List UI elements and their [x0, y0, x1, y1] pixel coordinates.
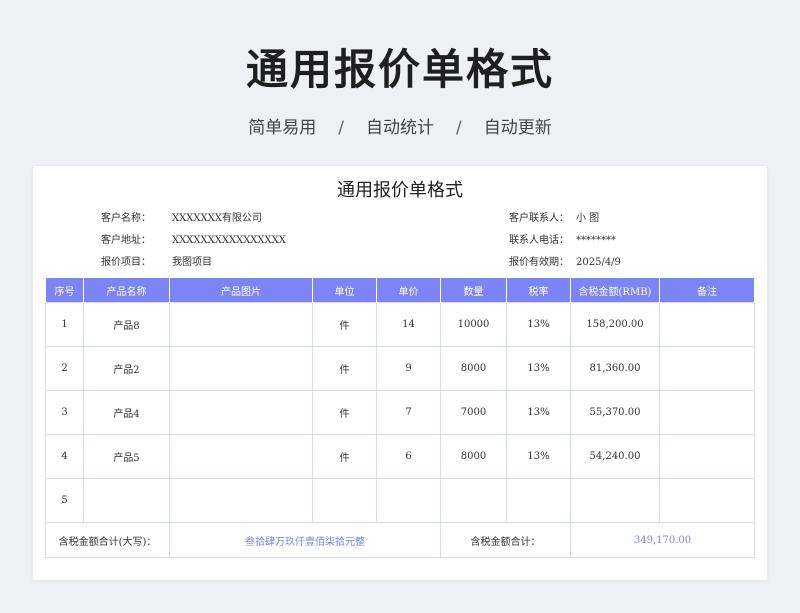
- header-no: 序号: [45, 278, 84, 303]
- project-value[interactable]: 我图项目: [172, 253, 212, 268]
- cell-name[interactable]: 产品8: [83, 302, 170, 347]
- quote-table: 序号 产品名称 产品图片 单位 单价 数量 税率 含税金额(RMB) 备注 1 …: [45, 278, 755, 558]
- cell-price[interactable]: 9: [376, 346, 441, 391]
- cell-image[interactable]: [169, 434, 313, 479]
- header-amount: 含税金额(RMB): [570, 278, 660, 303]
- customer-address-value[interactable]: XXXXXXXXXXXXXXXX: [172, 235, 286, 246]
- subtitle-item: 自动更新: [483, 118, 552, 138]
- contact-label: 客户联系人：: [509, 213, 569, 224]
- subtitle-separator: /: [338, 118, 344, 138]
- cell-tax[interactable]: 13%: [506, 390, 571, 435]
- cell-tax[interactable]: [506, 478, 571, 523]
- cell-tax[interactable]: 13%: [506, 302, 571, 347]
- quote-sheet: 通用报价单格式 客户名称： XXXXXXX有限公司 客户地址： XXXXXXXXXX…: [33, 166, 767, 580]
- cell-amount[interactable]: 55,370.00: [570, 390, 660, 435]
- contact-value[interactable]: 小 图: [576, 209, 599, 224]
- cell-note[interactable]: [659, 346, 755, 391]
- header-unit: 单位: [312, 278, 377, 303]
- validity-row: 报价有效期： 2025/4/9: [509, 253, 621, 268]
- cell-tax[interactable]: 13%: [506, 346, 571, 391]
- cell-note[interactable]: [659, 478, 755, 523]
- cell-name[interactable]: 产品2: [83, 346, 170, 391]
- table-row: 4 产品5 件 6 8000 13% 54,240.00: [45, 434, 755, 479]
- cell-image[interactable]: [169, 302, 313, 347]
- cell-no[interactable]: 2: [45, 346, 84, 391]
- cell-no[interactable]: 3: [45, 390, 84, 435]
- cell-note[interactable]: [659, 390, 755, 435]
- cell-name[interactable]: 产品4: [83, 390, 170, 435]
- cell-unit[interactable]: 件: [312, 302, 377, 347]
- header-image: 产品图片: [169, 278, 313, 303]
- cell-price[interactable]: [376, 478, 441, 523]
- project-row: 报价项目： 我图项目: [101, 253, 212, 268]
- subtitle-separator: /: [456, 118, 462, 138]
- cell-amount[interactable]: 158,200.00: [570, 302, 660, 347]
- cell-note[interactable]: [659, 302, 755, 347]
- total-words-value[interactable]: 叁拾肆万玖仟壹佰柒拾元整: [169, 522, 441, 558]
- customer-name-value[interactable]: XXXXXXX有限公司: [172, 209, 262, 224]
- cell-image[interactable]: [169, 346, 313, 391]
- phone-label: 联系人电话：: [509, 235, 569, 246]
- cell-image[interactable]: [169, 390, 313, 435]
- cell-unit[interactable]: 件: [312, 346, 377, 391]
- header-tax: 税率: [506, 278, 571, 303]
- cell-name[interactable]: 产品5: [83, 434, 170, 479]
- cell-price[interactable]: 6: [376, 434, 441, 479]
- subtitle-item: 简单易用: [248, 118, 317, 138]
- cell-qty[interactable]: 10000: [440, 302, 507, 347]
- phone-row: 联系人电话： ********: [509, 231, 616, 246]
- cell-amount[interactable]: [570, 478, 660, 523]
- hero-title: 通用报价单格式: [245, 45, 554, 94]
- table-row: 2 产品2 件 9 8000 13% 81,360.00: [45, 346, 755, 391]
- cell-no[interactable]: 4: [45, 434, 84, 479]
- hero-subtitle: 简单易用 / 自动统计 / 自动更新: [0, 113, 800, 138]
- total-label: 含税金额合计：: [440, 522, 571, 558]
- cell-qty[interactable]: [440, 478, 507, 523]
- customer-address-label: 客户地址：: [101, 235, 151, 246]
- subtitle-item: 自动统计: [366, 118, 434, 138]
- cell-unit[interactable]: [312, 478, 377, 523]
- header-name: 产品名称: [83, 278, 170, 303]
- customer-name-row: 客户名称： XXXXXXX有限公司: [101, 209, 262, 224]
- table-header-row: 序号 产品名称 产品图片 单位 单价 数量 税率 含税金额(RMB) 备注: [45, 278, 755, 303]
- project-label: 报价项目：: [101, 257, 151, 268]
- cell-amount[interactable]: 81,360.00: [570, 346, 660, 391]
- cell-no[interactable]: 5: [45, 478, 84, 523]
- cell-qty[interactable]: 7000: [440, 390, 507, 435]
- table-row: 5: [45, 478, 755, 523]
- cell-amount[interactable]: 54,240.00: [570, 434, 660, 479]
- total-words-label: 含税金额合计(大写)：: [45, 522, 170, 558]
- cell-qty[interactable]: 8000: [440, 346, 507, 391]
- cell-note[interactable]: [659, 434, 755, 479]
- cell-unit[interactable]: 件: [312, 434, 377, 479]
- cell-image[interactable]: [169, 478, 313, 523]
- cell-price[interactable]: 14: [376, 302, 441, 347]
- cell-no[interactable]: 1: [45, 302, 84, 347]
- cell-unit[interactable]: 件: [312, 390, 377, 435]
- customer-name-label: 客户名称：: [101, 213, 151, 224]
- cell-qty[interactable]: 8000: [440, 434, 507, 479]
- header-price: 单价: [376, 278, 441, 303]
- table-row: 1 产品8 件 14 10000 13% 158,200.00: [45, 302, 755, 347]
- customer-address-row: 客户地址： XXXXXXXXXXXXXXXX: [101, 231, 286, 246]
- header-qty: 数量: [440, 278, 507, 303]
- validity-value[interactable]: 2025/4/9: [576, 257, 621, 268]
- table-row: 3 产品4 件 7 7000 13% 55,370.00: [45, 390, 755, 435]
- phone-value[interactable]: ********: [576, 235, 616, 246]
- validity-label: 报价有效期：: [509, 257, 569, 268]
- cell-tax[interactable]: 13%: [506, 434, 571, 479]
- header-note: 备注: [659, 278, 755, 303]
- total-value[interactable]: 349,170.00: [570, 522, 755, 558]
- cell-name[interactable]: [83, 478, 170, 523]
- contact-row: 客户联系人： 小 图: [509, 209, 599, 224]
- total-row: 含税金额合计(大写)： 叁拾肆万玖仟壹佰柒拾元整 含税金额合计： 349,170…: [45, 522, 755, 558]
- document-title: 通用报价单格式: [337, 180, 463, 201]
- cell-price[interactable]: 7: [376, 390, 441, 435]
